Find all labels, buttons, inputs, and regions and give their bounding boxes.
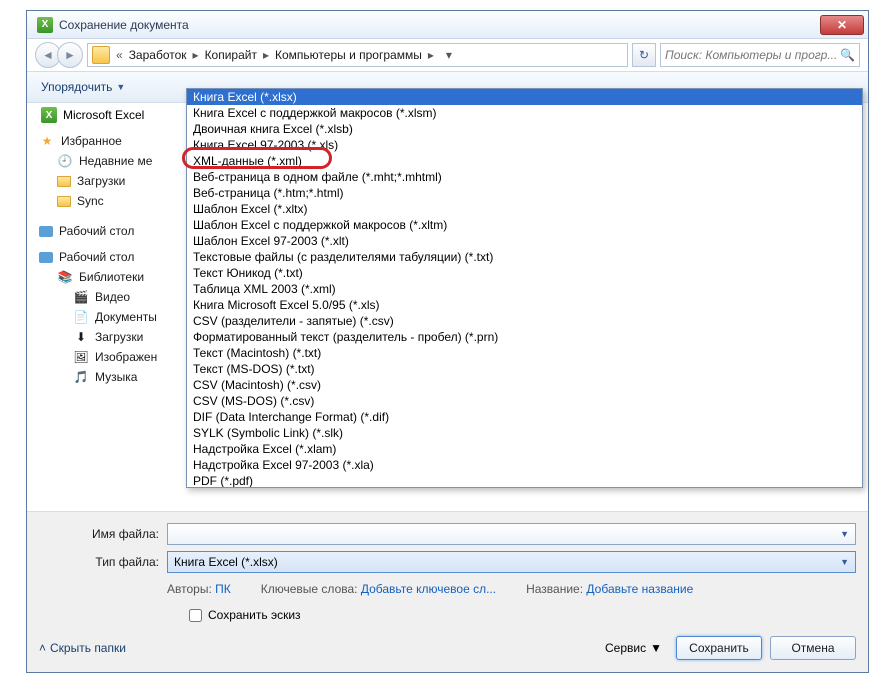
hide-folders-button[interactable]: ˄ Скрыть папки	[39, 641, 126, 655]
image-icon: 🖼	[73, 349, 89, 365]
crumb-2[interactable]: Компьютеры и программы	[275, 48, 422, 62]
folder-icon	[57, 176, 71, 187]
sidebar-sync[interactable]: Sync	[39, 191, 207, 211]
search-input[interactable]	[665, 48, 836, 62]
folder-icon	[57, 196, 71, 207]
sidebar-downloads[interactable]: Загрузки	[39, 171, 207, 191]
address-dropdown[interactable]: ▾	[440, 48, 458, 62]
filetype-option[interactable]: CSV (Macintosh) (*.csv)	[187, 377, 862, 393]
chevron-down-icon: ▼	[840, 529, 849, 539]
video-icon: 🎬	[73, 289, 89, 305]
filetype-option[interactable]: PDF (*.pdf)	[187, 473, 862, 488]
sidebar-libraries[interactable]: 📚Библиотеки	[39, 267, 207, 287]
chevron-right-icon: ▸	[426, 48, 436, 62]
filetype-option[interactable]: Шаблон Excel 97-2003 (*.xlt)	[187, 233, 862, 249]
document-icon: 📄	[73, 309, 89, 325]
filetype-option[interactable]: CSV (MS-DOS) (*.csv)	[187, 393, 862, 409]
close-button[interactable]: ✕	[820, 15, 864, 35]
sidebar-images[interactable]: 🖼Изображен	[39, 347, 207, 367]
sidebar-downloads2[interactable]: ⬇Загрузки	[39, 327, 207, 347]
filetype-option[interactable]: Надстройка Excel (*.xlam)	[187, 441, 862, 457]
filetype-dropdown-menu[interactable]: Книга Excel (*.xlsx)Книга Excel с поддер…	[186, 88, 863, 488]
filetype-option[interactable]: Текст Юникод (*.txt)	[187, 265, 862, 281]
filetype-option[interactable]: DIF (Data Interchange Format) (*.dif)	[187, 409, 862, 425]
filetype-option[interactable]: Книга Microsoft Excel 5.0/95 (*.xls)	[187, 297, 862, 313]
content-excel-label[interactable]: Microsoft Excel	[63, 108, 144, 122]
chevron-right-icon: ▸	[191, 48, 201, 62]
filetype-option[interactable]: Двоичная книга Excel (*.xlsb)	[187, 121, 862, 137]
sidebar-documents[interactable]: 📄Документы	[39, 307, 207, 327]
desktop-icon	[39, 226, 53, 237]
filetype-option[interactable]: Веб-страница (*.htm;*.html)	[187, 185, 862, 201]
window-title: Сохранение документа	[59, 18, 820, 32]
save-button[interactable]: Сохранить	[676, 636, 762, 660]
filetype-option[interactable]: Книга Excel с поддержкой макросов (*.xls…	[187, 105, 862, 121]
filetype-option[interactable]: Текст (MS-DOS) (*.txt)	[187, 361, 862, 377]
organize-label: Упорядочить	[41, 80, 112, 94]
filetype-option[interactable]: CSV (разделители - запятые) (*.csv)	[187, 313, 862, 329]
tools-button[interactable]: Сервис ▼	[599, 641, 668, 655]
crumb-overflow: «	[114, 48, 125, 62]
favorites-header[interactable]: ★ Избранное	[39, 131, 207, 151]
filetype-option[interactable]: SYLK (Symbolic Link) (*.slk)	[187, 425, 862, 441]
desktop-icon	[39, 252, 53, 263]
sidebar-desktop-top[interactable]: Рабочий стол	[39, 221, 207, 241]
organize-button[interactable]: Упорядочить ▼	[35, 78, 131, 96]
filetype-option[interactable]: Текст (Macintosh) (*.txt)	[187, 345, 862, 361]
sidebar-recent[interactable]: 🕘Недавние ме	[39, 151, 207, 171]
music-icon: 🎵	[73, 369, 89, 385]
sidebar: X Microsoft Excel ★ Избранное 🕘Недавние …	[27, 103, 207, 511]
authors-label: Авторы:	[167, 582, 212, 596]
filetype-option[interactable]: Надстройка Excel 97-2003 (*.xla)	[187, 457, 862, 473]
filetype-option[interactable]: Форматированный текст (разделитель - про…	[187, 329, 862, 345]
search-box[interactable]: 🔍	[660, 43, 860, 67]
filetype-value: Книга Excel (*.xlsx)	[174, 555, 278, 569]
sidebar-desktop[interactable]: Рабочий стол	[39, 247, 207, 267]
titlebar: X Сохранение документа ✕	[27, 11, 868, 39]
nav-row: ◄ ► « Заработок ▸ Копирайт ▸ Компьютеры …	[27, 39, 868, 71]
filetype-option[interactable]: Шаблон Excel (*.xltx)	[187, 201, 862, 217]
address-bar[interactable]: « Заработок ▸ Копирайт ▸ Компьютеры и пр…	[87, 43, 628, 67]
filetype-option[interactable]: Книга Excel (*.xlsx)	[187, 89, 862, 105]
filetype-option[interactable]: Книга Excel 97-2003 (*.xls)	[187, 137, 862, 153]
filetype-option[interactable]: XML-данные (*.xml)	[187, 153, 862, 169]
filename-label: Имя файла:	[39, 527, 159, 541]
tags-label: Ключевые слова:	[261, 582, 358, 596]
filetype-dropdown[interactable]: Книга Excel (*.xlsx) ▼	[167, 551, 856, 573]
search-icon: 🔍	[840, 48, 855, 62]
star-icon: ★	[39, 133, 55, 149]
chevron-down-icon: ▼	[116, 82, 125, 92]
tags-value[interactable]: Добавьте ключевое сл...	[361, 582, 496, 596]
bottom-panel: Имя файла: ▼ Тип файла: Книга Excel (*.x…	[27, 511, 868, 672]
filename-input[interactable]: ▼	[167, 523, 856, 545]
chevron-up-icon: ˄	[39, 641, 46, 655]
filetype-option[interactable]: Таблица XML 2003 (*.xml)	[187, 281, 862, 297]
sidebar-video[interactable]: 🎬Видео	[39, 287, 207, 307]
doc-title-label: Название:	[526, 582, 583, 596]
save-thumbnail-checkbox[interactable]	[189, 609, 202, 622]
filetype-option[interactable]: Шаблон Excel с поддержкой макросов (*.xl…	[187, 217, 862, 233]
folder-icon	[92, 46, 110, 64]
authors-value[interactable]: ПК	[215, 582, 231, 596]
close-icon: ✕	[837, 18, 847, 32]
download-icon: ⬇	[73, 329, 89, 345]
filetype-option[interactable]: Текстовые файлы (с разделителями табуляц…	[187, 249, 862, 265]
chevron-down-icon: ▼	[650, 641, 662, 655]
doc-title-value[interactable]: Добавьте название	[586, 582, 693, 596]
cancel-button[interactable]: Отмена	[770, 636, 856, 660]
excel-icon: X	[41, 107, 57, 123]
filetype-option[interactable]: Веб-страница в одном файле (*.mht;*.mhtm…	[187, 169, 862, 185]
libraries-icon: 📚	[57, 269, 73, 285]
crumb-1[interactable]: Копирайт	[205, 48, 257, 62]
filetype-label: Тип файла:	[39, 555, 159, 569]
sidebar-music[interactable]: 🎵Музыка	[39, 367, 207, 387]
chevron-down-icon: ▼	[840, 557, 849, 567]
recent-icon: 🕘	[57, 153, 73, 169]
forward-button[interactable]: ►	[57, 42, 83, 68]
chevron-right-icon: ▸	[261, 48, 271, 62]
save-thumbnail-label: Сохранить эскиз	[208, 608, 301, 622]
excel-icon: X	[37, 17, 53, 33]
refresh-button[interactable]: ↻	[632, 43, 656, 67]
crumb-0[interactable]: Заработок	[129, 48, 187, 62]
